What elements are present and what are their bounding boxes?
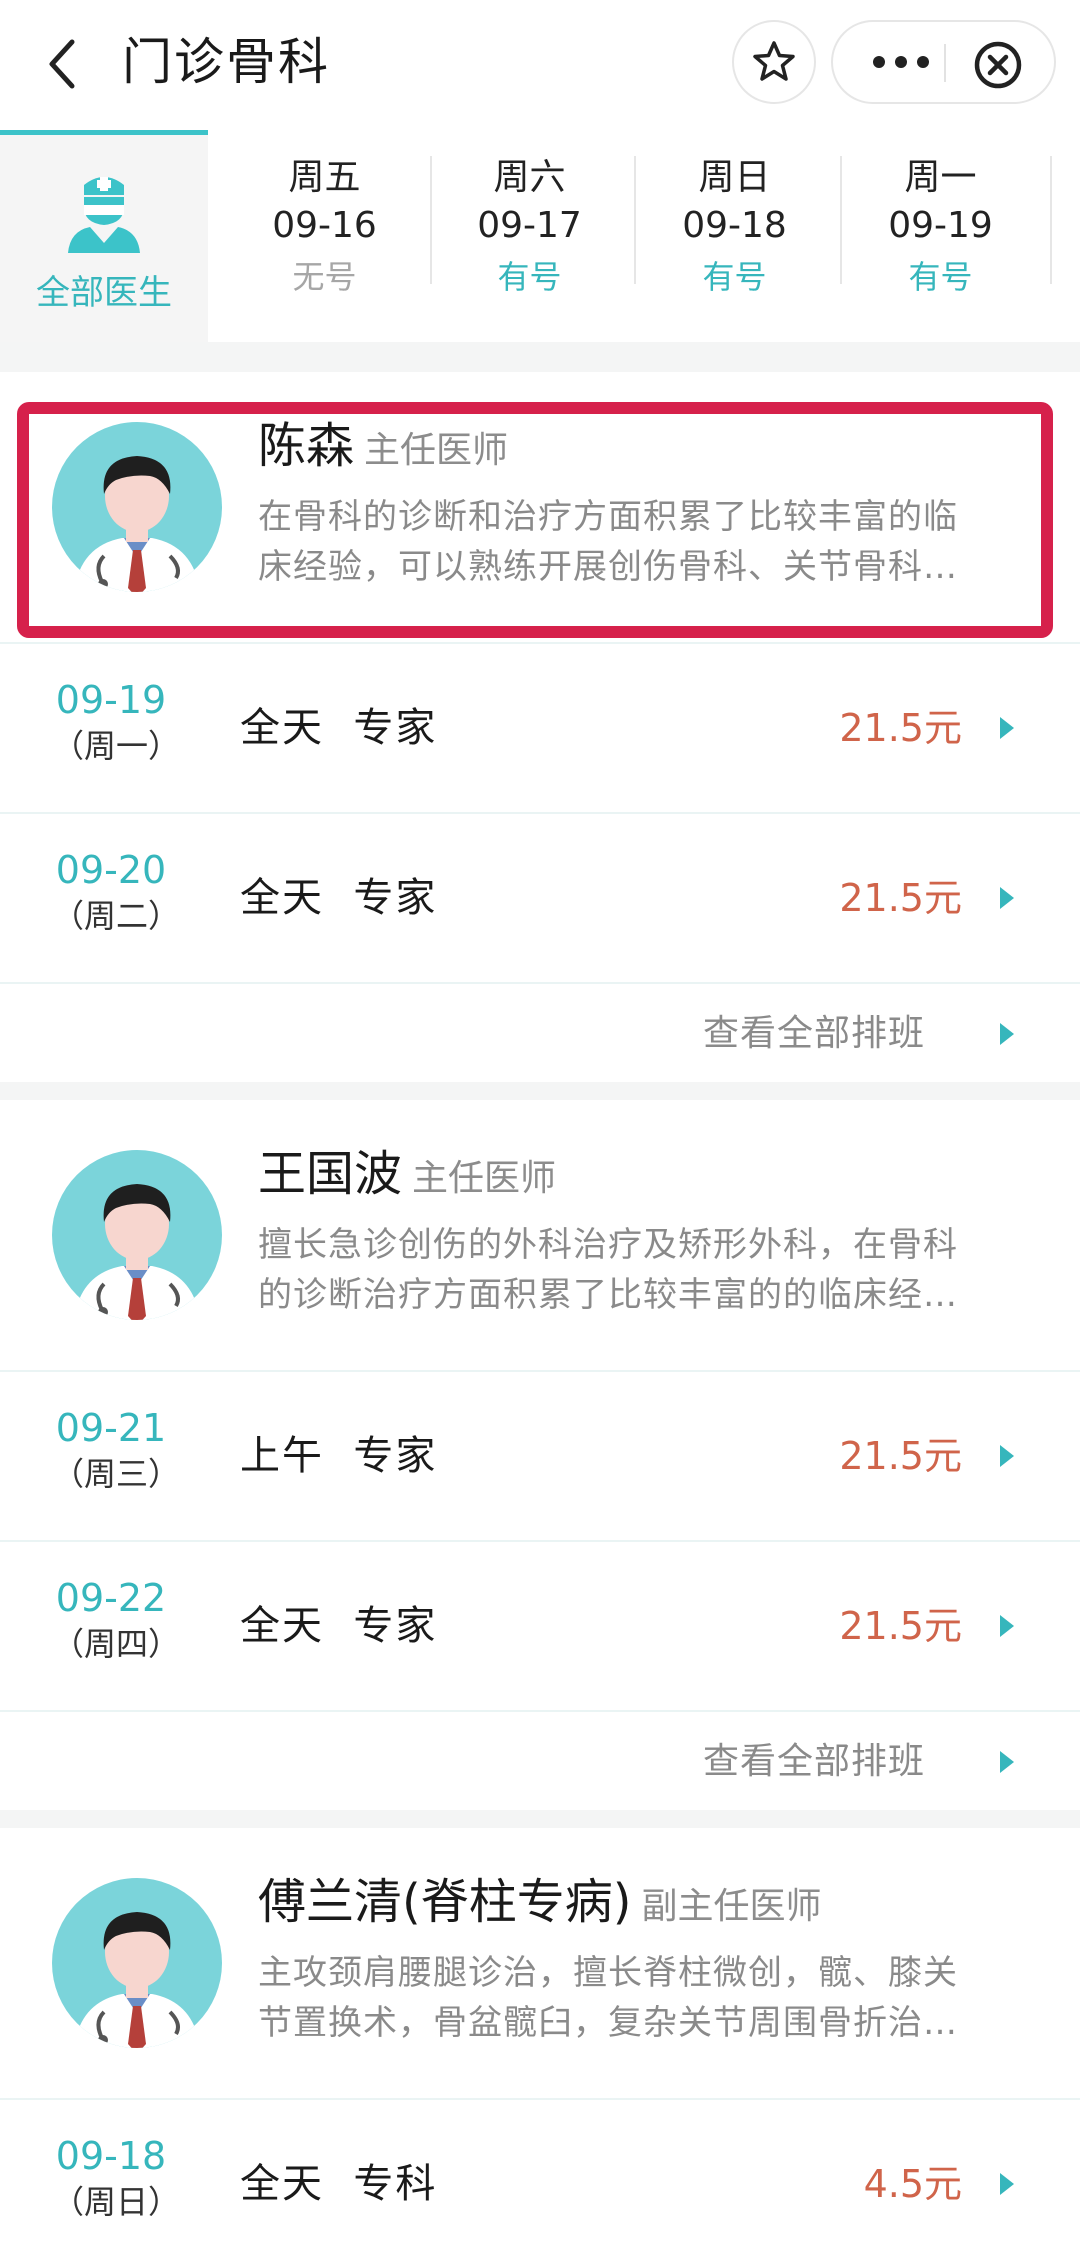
schedule-slot[interactable]: 09-20 （周二） 全天 专家 21.5元	[0, 812, 1080, 982]
all-doctors-label: 全部医生	[36, 273, 172, 313]
tab-date: 09-17	[477, 205, 582, 246]
slot-weekday: （周二）	[52, 897, 181, 935]
slot-date: 09-20	[55, 848, 167, 892]
doctor-name: 王国波	[258, 1146, 403, 1202]
tab-day-0919[interactable]: 周一 09-19 有号	[838, 156, 1043, 316]
tab-day-0916[interactable]: 周五 09-16 无号	[222, 156, 427, 316]
page-title: 门诊骨科	[122, 33, 330, 91]
doctor-header[interactable]: 王国波 主任医师 擅长急诊创伤的外科治疗及矫形外科，在骨科 的诊断治疗方面积累了比…	[0, 1100, 1080, 1370]
doctor-name-line: 王国波 主任医师	[258, 1144, 556, 1209]
tab-date: 09-16	[272, 205, 377, 246]
tab-weekday: 周六	[493, 157, 566, 198]
doctor-description: 主攻颈肩腰腿诊治，擅长脊柱微创，髋、膝关 节置换术，骨盆髋臼，复杂关节周围骨折治…	[258, 1948, 1018, 2048]
doctor-name-line: 傅兰清(脊柱专病) 副主任医师	[258, 1872, 821, 1937]
slot-info: 全天 专科	[240, 2161, 438, 2207]
doctor-name: 傅兰清(脊柱专病)	[258, 1874, 632, 1930]
doctor-description-line: 节置换术，骨盆髋臼，复杂关节周围骨折治…	[258, 2003, 958, 2043]
view-all-schedule-button[interactable]: 查看全部排班	[0, 982, 1080, 1082]
tab-all-doctors[interactable]: 全部医生	[0, 130, 208, 342]
slot-weekday: （周日）	[52, 2183, 181, 2221]
doctor-card: 陈森 主任医师 在骨科的诊断和治疗方面积累了比较丰富的临 床经验，可以熟练开展创伤…	[0, 372, 1080, 1082]
nav-bar: 门诊骨科	[0, 0, 1080, 128]
slot-info: 上午 专家	[240, 1433, 438, 1479]
capsule-divider	[944, 44, 946, 82]
view-all-schedule-button[interactable]: 查看全部排班	[0, 1710, 1080, 1810]
slot-info: 全天 专家	[240, 875, 438, 921]
doctor-description-line: 主攻颈肩腰腿诊治，擅长脊柱微创，髋、膝关	[258, 1953, 958, 1993]
tab-weekday: 周五	[288, 157, 361, 198]
doctor-name-line: 陈森 主任医师	[258, 416, 508, 481]
doctor-description-line: 在骨科的诊断和治疗方面积累了比较丰富的临	[258, 497, 958, 537]
avatar	[52, 1150, 222, 1320]
more-icon[interactable]	[861, 42, 941, 82]
doctor-header[interactable]: 傅兰清(脊柱专病) 副主任医师 主攻颈肩腰腿诊治，擅长脊柱微创，髋、膝关 节置换术…	[0, 1828, 1080, 2098]
tab-date: 09-18	[682, 205, 787, 246]
slot-date: 09-22	[55, 1576, 167, 1620]
tab-status: 有号	[908, 258, 973, 296]
schedule-slot[interactable]: 09-22 （周四） 全天 专家 21.5元	[0, 1540, 1080, 1710]
chevron-right-icon	[1000, 717, 1014, 739]
tab-divider	[1050, 156, 1052, 284]
tab-status: 有号	[702, 258, 767, 296]
doctor-description: 擅长急诊创伤的外科治疗及矫形外科，在骨科 的诊断治疗方面积累了比较丰富的的临床经…	[258, 1220, 1018, 1320]
slot-date: 09-21	[55, 1406, 167, 1450]
slot-weekday: （周三）	[52, 1455, 181, 1493]
doctor-icon	[64, 169, 144, 253]
slot-weekday: （周四）	[52, 1625, 181, 1663]
favorite-button[interactable]	[732, 20, 816, 104]
slot-info: 全天 专家	[240, 1603, 438, 1649]
slot-info: 全天 专家	[240, 705, 438, 751]
chevron-right-icon	[1000, 1445, 1014, 1467]
schedule-slot[interactable]: 09-21 （周三） 上午 专家 21.5元	[0, 1370, 1080, 1540]
slot-date: 09-18	[55, 2134, 167, 2178]
close-circle-icon[interactable]	[973, 40, 1023, 90]
back-arrow-icon[interactable]	[40, 32, 88, 96]
doctor-header[interactable]: 陈森 主任医师 在骨科的诊断和治疗方面积累了比较丰富的临 床经验，可以熟练开展创伤…	[0, 372, 1080, 642]
miniprogram-capsule	[831, 20, 1056, 104]
tab-day-0918[interactable]: 周日 09-18 有号	[632, 156, 837, 316]
tab-date: 09-19	[888, 205, 993, 246]
chevron-right-icon	[1000, 2173, 1014, 2195]
doctor-description-line: 床经验，可以熟练开展创伤骨科、关节骨科…	[258, 547, 958, 587]
view-all-label: 查看全部排班	[702, 1741, 925, 1782]
tab-weekday: 周一	[904, 157, 977, 198]
chevron-right-icon	[1000, 1751, 1014, 1773]
doctor-name: 陈森	[258, 418, 355, 474]
view-all-label: 查看全部排班	[702, 1013, 925, 1054]
slot-price: 21.5元	[839, 1604, 962, 1648]
chevron-right-icon	[1000, 1615, 1014, 1637]
tab-weekday: 周日	[698, 157, 771, 198]
slot-price: 4.5元	[863, 2162, 962, 2206]
doctor-title: 主任医师	[412, 1158, 557, 1199]
doctor-card: 傅兰清(脊柱专病) 副主任医师 主攻颈肩腰腿诊治，擅长脊柱微创，髋、膝关 节置换术…	[0, 1828, 1080, 2249]
slot-price: 21.5元	[839, 876, 962, 920]
slot-weekday: （周一）	[52, 727, 181, 765]
chevron-right-icon	[1000, 1023, 1014, 1045]
doctor-description: 在骨科的诊断和治疗方面积累了比较丰富的临 床经验，可以熟练开展创伤骨科、关节骨科…	[258, 492, 1018, 592]
chevron-right-icon	[1000, 887, 1014, 909]
tab-status: 有号	[497, 258, 562, 296]
doctor-title: 主任医师	[364, 430, 509, 471]
schedule-slot[interactable]: 09-19 （周一） 全天 专家 21.5元	[0, 642, 1080, 812]
avatar	[52, 1878, 222, 2048]
slot-price: 21.5元	[839, 1434, 962, 1478]
avatar	[52, 422, 222, 592]
tab-status: 无号	[292, 258, 357, 296]
doctor-description-line: 擅长急诊创伤的外科治疗及矫形外科，在骨科	[258, 1225, 958, 1265]
doctor-description-line: 的诊断治疗方面积累了比较丰富的的临床经…	[258, 1275, 958, 1315]
doctor-title: 副主任医师	[641, 1886, 822, 1927]
date-tabs: 全部医生 周五 09-16 无号 周六 09-17 有号 周日 09-18 有号…	[0, 128, 1080, 342]
doctor-card: 王国波 主任医师 擅长急诊创伤的外科治疗及矫形外科，在骨科 的诊断治疗方面积累了比…	[0, 1100, 1080, 1810]
star-icon	[753, 41, 795, 81]
slot-price: 21.5元	[839, 706, 962, 750]
schedule-slot[interactable]: 09-18 （周日） 全天 专科 4.5元	[0, 2098, 1080, 2249]
slot-date: 09-19	[55, 678, 167, 722]
tab-day-0917[interactable]: 周六 09-17 有号	[427, 156, 632, 316]
